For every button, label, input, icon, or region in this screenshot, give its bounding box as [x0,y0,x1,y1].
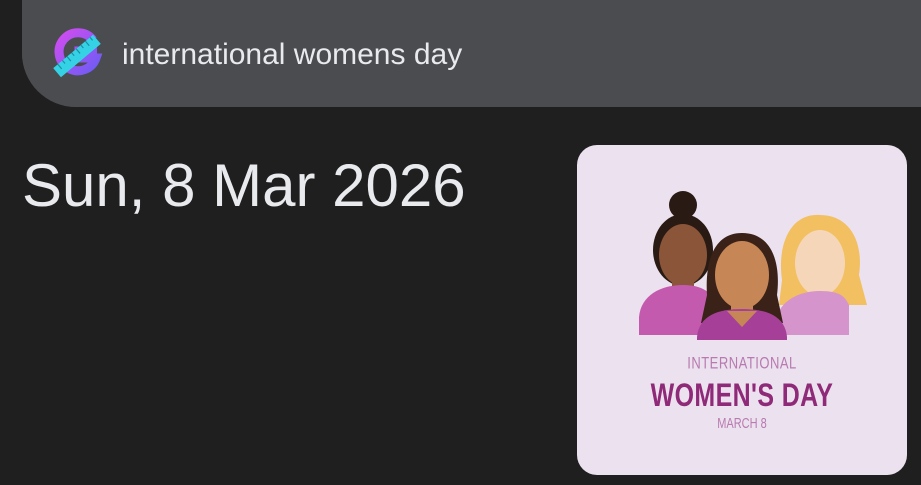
search-results-page: international womens day Sun, 8 Mar 2026 [0,0,921,485]
event-image-card[interactable]: INTERNATIONAL WOMEN'S DAY MARCH 8 [577,145,907,475]
event-date-title: Sun, 8 Mar 2026 [22,152,466,219]
google-lens-logo-icon[interactable] [49,26,105,82]
card-caption-line3: MARCH 8 [717,416,767,432]
search-bar-inner: international womens day [22,0,921,107]
woman-right-figure [775,214,867,335]
search-query-text[interactable]: international womens day [122,36,462,74]
search-bar[interactable]: international womens day [22,0,921,107]
card-caption-line2: WOMEN'S DAY [650,377,834,413]
card-caption-line1: INTERNATIONAL [687,352,797,373]
